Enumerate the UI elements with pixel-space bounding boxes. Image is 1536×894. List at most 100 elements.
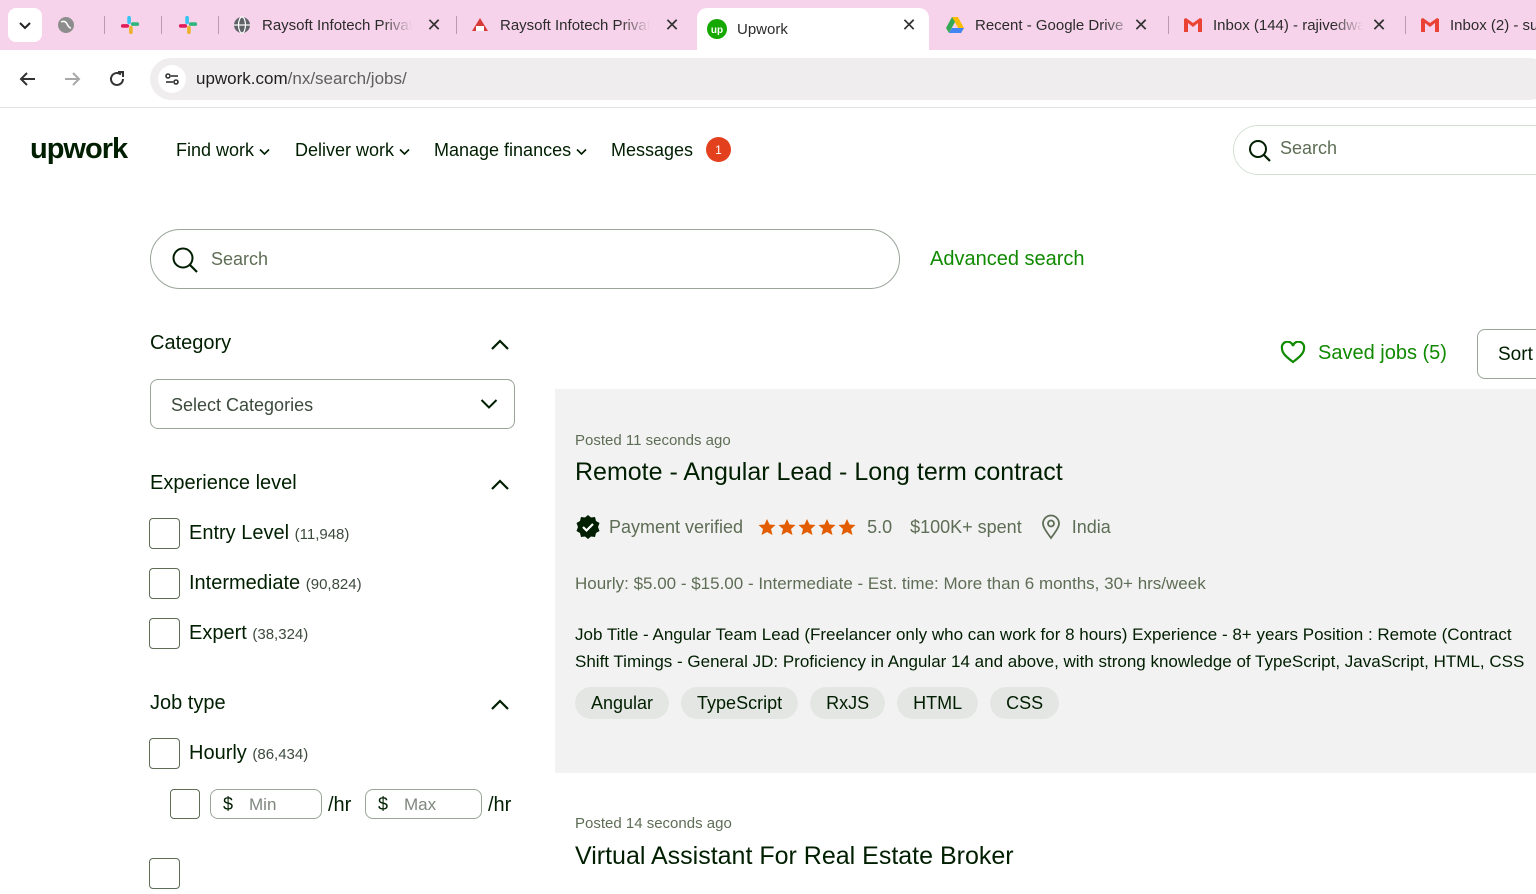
- search-icon: [172, 247, 198, 273]
- heart-icon: [1280, 341, 1306, 364]
- slack-icon: [178, 15, 198, 35]
- site-settings-icon[interactable]: [158, 65, 186, 93]
- saved-jobs-link[interactable]: Saved jobs (5): [1280, 341, 1447, 365]
- tab-separator: [1405, 16, 1406, 34]
- job-description: Job Title - Angular Team Lead (Freelance…: [575, 621, 1536, 675]
- close-icon[interactable]: ✕: [1369, 15, 1389, 35]
- job-card[interactable]: Posted 11 seconds ago Remote - Angular L…: [555, 389, 1536, 773]
- tab-search-button[interactable]: [8, 8, 42, 42]
- back-button[interactable]: [12, 63, 44, 95]
- tab-title: Recent - Google Drive: [975, 16, 1124, 34]
- filter-experience-title: Experience level: [150, 472, 297, 494]
- sort-label: Sort: [1498, 344, 1533, 365]
- skill-tag[interactable]: Angular: [575, 687, 670, 719]
- filter-category-title: Category: [150, 332, 232, 354]
- skill-tag[interactable]: TypeScript: [681, 687, 799, 719]
- tab-separator: [104, 16, 105, 34]
- skill-tag[interactable]: HTML: [897, 687, 979, 719]
- close-icon[interactable]: ✕: [424, 15, 444, 35]
- tab-title: Upwork: [737, 20, 788, 38]
- address-bar[interactable]: upwork.com/nx/search/jobs/: [150, 58, 1536, 100]
- tab-raysoft-1[interactable]: Raysoft Infotech Privat ✕: [232, 8, 450, 42]
- nav-deliver-work[interactable]: Deliver work: [295, 140, 410, 161]
- tab-google-drive[interactable]: Recent - Google Drive ✕: [945, 8, 1157, 42]
- hourly-min-field[interactable]: $: [210, 789, 322, 819]
- star-icon: [758, 519, 776, 535]
- location-pin-icon: [1041, 514, 1060, 540]
- skill-tags: Angular TypeScript RxJS HTML CSS: [575, 687, 1060, 719]
- advanced-search-link[interactable]: Advanced search: [930, 248, 1085, 271]
- chevron-up-icon[interactable]: [490, 477, 510, 491]
- star-icon: [798, 519, 816, 535]
- tab-upwork[interactable]: up Upwork ✕: [697, 8, 929, 50]
- job-title[interactable]: Virtual Assistant For Real Estate Broker: [575, 842, 1014, 871]
- hourly-label: Hourly (86,434): [189, 742, 308, 765]
- forward-button[interactable]: [56, 63, 88, 95]
- checkbox-fixed-price[interactable]: [149, 858, 180, 889]
- checkbox-entry-level[interactable]: [149, 518, 180, 549]
- tab-title: Inbox (144) - rajivedwa: [1213, 16, 1363, 34]
- job-description-line: Job Title - Angular Team Lead (Freelance…: [575, 625, 1512, 644]
- tab-separator: [218, 16, 219, 34]
- option-label: Hourly: [189, 742, 247, 764]
- nav-label: Messages: [611, 140, 694, 160]
- upwork-icon: up: [707, 19, 727, 39]
- option-count: (86,434): [252, 746, 309, 763]
- chevron-down-icon: [576, 148, 587, 155]
- header-search-input[interactable]: [1280, 138, 1530, 159]
- svg-text:up: up: [711, 25, 723, 36]
- tab-pinned-1[interactable]: [56, 8, 94, 42]
- tab-pinned-3[interactable]: [178, 8, 218, 42]
- tab-gmail-1[interactable]: Inbox (144) - rajivedwa ✕: [1183, 8, 1395, 42]
- option-label: Intermediate: [189, 572, 301, 594]
- job-card[interactable]: Posted 14 seconds ago Virtual Assistant …: [555, 774, 1536, 894]
- checkbox-expert[interactable]: [149, 618, 180, 649]
- upwork-logo[interactable]: upwork: [30, 133, 128, 166]
- tab-pinned-2[interactable]: [120, 8, 160, 42]
- currency-symbol: $: [378, 794, 389, 814]
- chevron-down-icon: [19, 22, 31, 30]
- job-terms: Hourly: $5.00 - $15.00 - Intermediate - …: [575, 574, 1206, 593]
- hourly-max-input[interactable]: [404, 795, 469, 815]
- chevron-down-icon: [480, 399, 498, 409]
- close-icon[interactable]: ✕: [662, 15, 682, 35]
- job-search-bar[interactable]: [150, 229, 900, 289]
- chevron-up-icon[interactable]: [490, 337, 510, 351]
- skill-tag[interactable]: CSS: [990, 687, 1060, 719]
- checkbox-hourly-rate[interactable]: [170, 789, 200, 819]
- nav-find-work[interactable]: Find work: [176, 140, 270, 161]
- option-label: Entry Level: [189, 522, 290, 544]
- sort-dropdown[interactable]: Sort: [1477, 329, 1536, 379]
- expert-label: Expert (38,324): [189, 622, 308, 645]
- nav-manage-finances[interactable]: Manage finances: [434, 140, 587, 161]
- drive-icon: [945, 15, 965, 35]
- close-icon[interactable]: ✕: [899, 15, 919, 35]
- hourly-min-input[interactable]: [249, 795, 314, 815]
- hourly-max-field[interactable]: $: [365, 789, 482, 819]
- globe-icon: [232, 15, 252, 35]
- tab-title: Raysoft Infotech Privat: [262, 16, 412, 34]
- category-select[interactable]: Select Categories: [150, 379, 515, 429]
- rating-stars: [757, 518, 857, 536]
- chevron-down-icon: [399, 148, 410, 155]
- browser-toolbar: upwork.com/nx/search/jobs/: [0, 50, 1536, 108]
- job-title[interactable]: Remote - Angular Lead - Long term contra…: [575, 458, 1063, 487]
- close-icon[interactable]: ✕: [1131, 15, 1151, 35]
- skill-tag[interactable]: RxJS: [810, 687, 886, 719]
- arrow-right-icon: [65, 72, 81, 86]
- checkbox-intermediate[interactable]: [149, 568, 180, 599]
- header-search[interactable]: [1233, 125, 1536, 175]
- option-label: Expert: [189, 622, 247, 644]
- nav-label: Find work: [176, 140, 255, 160]
- globe-icon: [56, 15, 76, 35]
- tab-raysoft-2[interactable]: Raysoft Infotech Privat ✕: [470, 8, 688, 42]
- nav-messages[interactable]: Messages: [611, 140, 693, 161]
- tab-gmail-2[interactable]: Inbox (2) - su: [1420, 8, 1536, 42]
- client-info: Payment verified 5.0 $100K+ spent India: [575, 514, 1111, 540]
- tab-title: Inbox (2) - su: [1450, 16, 1536, 34]
- chevron-up-icon[interactable]: [490, 697, 510, 711]
- reload-button[interactable]: [101, 63, 133, 95]
- url-path: /nx/search/jobs/: [287, 69, 407, 88]
- checkbox-hourly[interactable]: [149, 738, 180, 769]
- job-search-input[interactable]: [211, 249, 861, 270]
